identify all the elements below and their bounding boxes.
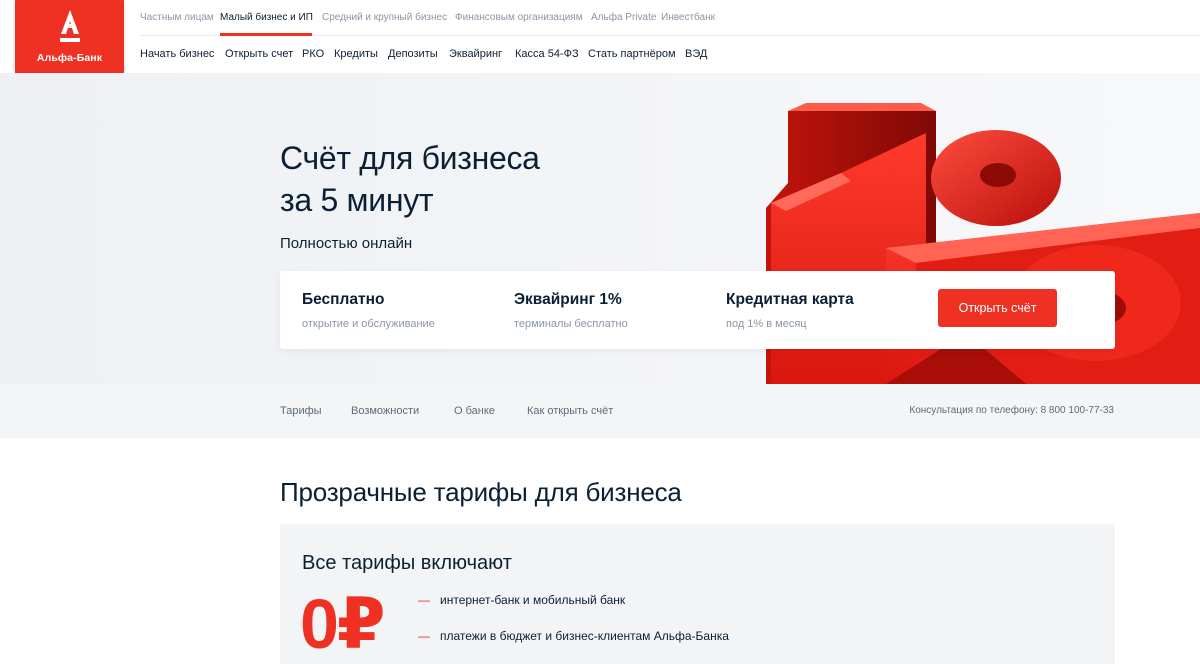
consultation-phone[interactable]: Консультация по телефону: 8 800 100-77-3…	[909, 405, 1114, 416]
segment-corporate[interactable]: Средний и крупный бизнес	[322, 12, 447, 23]
tariffs-box-title: Все тарифы включают	[302, 552, 512, 574]
feature-desc: терминалы бесплатно	[514, 318, 628, 330]
feature-title: Бесплатно	[302, 291, 385, 308]
tariffs-included-box: Все тарифы включают 0₽ — интернет-банк и …	[280, 524, 1115, 664]
dash-bullet-icon: —	[418, 629, 430, 643]
product-nav: Начать бизнес Открыть счет РКО Кредиты Д…	[140, 36, 1200, 73]
page-anchor-nav: Тарифы Возможности О банке Как открыть с…	[0, 384, 1200, 438]
nav-ved[interactable]: ВЭД	[685, 48, 707, 60]
open-account-button[interactable]: Открыть счёт	[938, 289, 1057, 327]
anchor-tariffs[interactable]: Тарифы	[280, 405, 322, 417]
anchor-how-to-open[interactable]: Как открыть счёт	[527, 405, 613, 417]
hero-subtitle: Полностью онлайн	[280, 235, 413, 252]
feature-title: Эквайринг 1%	[514, 291, 622, 308]
list-item-text: платежи в бюджет и бизнес-клиентам Альфа…	[440, 629, 729, 643]
nav-acquiring[interactable]: Эквайринг	[449, 48, 502, 60]
feature-desc: под 1% в месяц	[726, 318, 807, 330]
hero-banner: Счёт для бизнеса за 5 минут Полностью он…	[0, 73, 1200, 384]
feature-free: Бесплатно открытие и обслуживание	[302, 291, 435, 330]
segment-financial[interactable]: Финансовым организациям	[455, 12, 583, 23]
feature-desc: открытие и обслуживание	[302, 318, 435, 330]
anchor-features[interactable]: Возможности	[351, 405, 419, 417]
brand-name: Альфа-Банк	[36, 52, 103, 64]
list-item-text: интернет-банк и мобильный банк	[440, 593, 626, 607]
nav-cashbox[interactable]: Касса 54-ФЗ	[515, 48, 579, 60]
segment-private-banking[interactable]: Альфа Private	[591, 12, 656, 23]
nav-partner[interactable]: Стать партнёром	[588, 48, 676, 60]
hero-features-card: Бесплатно открытие и обслуживание Эквайр…	[280, 271, 1115, 349]
anchor-about-bank[interactable]: О банке	[454, 405, 495, 417]
hero-title: Счёт для бизнеса за 5 минут	[280, 137, 540, 221]
tariffs-section-title: Прозрачные тарифы для бизнеса	[280, 477, 682, 507]
nav-start-business[interactable]: Начать бизнес	[140, 48, 214, 60]
hero-title-line1: Счёт для бизнеса	[280, 140, 540, 176]
nav-credits[interactable]: Кредиты	[334, 48, 378, 60]
nav-rko[interactable]: РКО	[302, 48, 324, 60]
list-item: — платежи в бюджет и бизнес-клиентам Альф…	[418, 629, 729, 643]
hero-title-line2: за 5 минут	[280, 182, 434, 218]
feature-credit-card: Кредитная карта под 1% в месяц	[726, 291, 854, 330]
alfa-bank-logo[interactable]: Альфа-Банк	[15, 0, 124, 80]
segment-nav: Частным лицам Малый бизнес и ИП Средний …	[140, 0, 1200, 36]
nav-deposits[interactable]: Депозиты	[388, 48, 438, 60]
segment-small-business[interactable]: Малый бизнес и ИП	[220, 12, 313, 23]
alfa-a-logo-icon	[59, 10, 80, 42]
segment-private[interactable]: Частным лицам	[140, 12, 214, 23]
feature-title: Кредитная карта	[726, 291, 854, 308]
segment-investbank[interactable]: Инвестбанк	[661, 12, 715, 23]
nav-open-account[interactable]: Открыть счет	[225, 48, 293, 60]
dash-bullet-icon: —	[418, 593, 430, 607]
list-item: — интернет-банк и мобильный банк	[418, 593, 625, 607]
zero-price: 0₽	[300, 585, 386, 663]
feature-acquiring: Эквайринг 1% терминалы бесплатно	[514, 291, 628, 330]
